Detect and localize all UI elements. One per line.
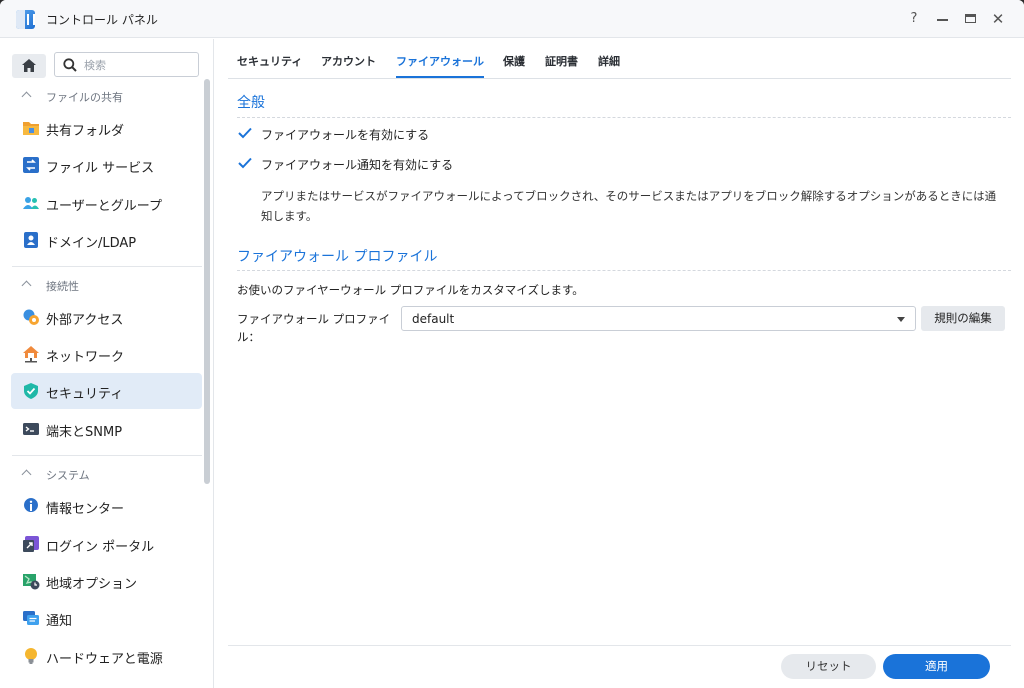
sidebar-scrollbar[interactable] [204, 79, 210, 484]
sidebar-item-users-groups[interactable]: ユーザーとグループ [11, 185, 202, 221]
window-title: コントロール パネル [46, 13, 158, 27]
sidebar-item-network[interactable]: ネットワーク [11, 336, 202, 372]
maximize-button[interactable] [959, 8, 981, 30]
users-icon [23, 197, 39, 209]
search-input[interactable] [84, 57, 192, 73]
sidebar-item-label: ハードウェアと電源 [46, 652, 163, 667]
login-portal-icon [23, 536, 39, 552]
section-divider [237, 117, 1011, 118]
sidebar-item-label: ユーザーとグループ [46, 199, 162, 214]
sidebar-item-label: 地域オプション [46, 577, 138, 592]
sidebar-item-label: 外部アクセス [46, 313, 124, 328]
sidebar-item-label: ログイン ポータル [46, 540, 155, 555]
home-button[interactable] [12, 54, 46, 78]
file-services-icon [23, 157, 39, 173]
folder-icon [23, 122, 39, 135]
tab-firewall[interactable]: ファイアウォール [396, 53, 484, 78]
info-icon [23, 498, 38, 512]
network-icon [23, 346, 39, 363]
checkmark-icon [238, 127, 252, 139]
dropdown-arrow-icon [897, 317, 905, 322]
selected-profile-value: default [412, 312, 455, 326]
sidebar-item-file-services[interactable]: ファイル サービス [11, 147, 202, 183]
sidebar-item-regional-options[interactable]: 地域オプション [11, 563, 202, 599]
profile-intro-text: お使いのファイヤーウォール プロファイルをカスタマイズします。 [237, 283, 584, 297]
shield-icon [24, 383, 38, 399]
tab-protection[interactable]: 保護 [503, 53, 525, 69]
group-label: 接続性 [46, 280, 79, 293]
sidebar-item-login-portal[interactable]: ログイン ポータル [11, 526, 202, 562]
profile-field-label: ファイアウォール プロファイル： [237, 312, 391, 344]
search-icon [63, 58, 77, 72]
notification-description: アプリまたはサービスがファイアウォールによってブロックされ、そのサービスまたはア… [261, 189, 997, 223]
home-icon [22, 59, 36, 72]
chevron-up-icon [21, 469, 32, 480]
sidebar-item-label: ネットワーク [46, 350, 125, 365]
enable-notification-checkbox[interactable] [237, 155, 253, 171]
sidebar-item-domain-ldap[interactable]: ドメイン/LDAP [11, 222, 202, 258]
sidebar-item-terminal-snmp[interactable]: 端末とSNMP [11, 411, 202, 447]
regional-options-icon [23, 574, 40, 590]
firewall-profile-select[interactable]: default [401, 306, 916, 331]
enable-notification-label[interactable]: ファイアウォール通知を有効にする [261, 156, 453, 173]
section-title-firewall-profile: ファイアウォール プロファイル [237, 249, 438, 265]
apply-button[interactable]: 適用 [883, 654, 990, 679]
light-bulb-icon [25, 648, 37, 664]
title-bar: コントロール パネル ? ✕ [0, 0, 1024, 38]
sidebar-item-label: ファイル サービス [46, 161, 155, 176]
notification-icon [23, 611, 39, 625]
section-title-general: 全般 [237, 95, 265, 111]
sidebar-item-external-access[interactable]: 外部アクセス [11, 299, 202, 335]
section-divider [237, 270, 1011, 271]
minimize-button[interactable] [931, 8, 953, 30]
sidebar-item-label: 端末とSNMP [46, 425, 123, 440]
chevron-up-icon [21, 280, 32, 291]
sidebar-item-label: 情報センター [46, 502, 125, 517]
domain-icon [24, 232, 38, 248]
enable-firewall-checkbox[interactable] [237, 125, 253, 141]
sidebar-item-shared-folder[interactable]: 共有フォルダ [11, 110, 202, 146]
sidebar-item-label: 通知 [46, 614, 73, 629]
sidebar-divider [12, 266, 202, 267]
enable-firewall-label[interactable]: ファイアウォールを有効にする [261, 126, 429, 143]
chevron-up-icon [21, 91, 32, 102]
close-button[interactable]: ✕ [987, 8, 1009, 30]
control-panel-app-icon [16, 10, 35, 29]
sidebar: ファイルの共有 共有フォルダ ファイル サービス ユーザーとグループ ドメイン/… [0, 39, 214, 688]
sidebar-item-label: セキュリティ [46, 387, 124, 402]
search-field[interactable] [54, 52, 199, 77]
main-panel: セキュリティ アカウント ファイアウォール 保護 証明書 詳細 全般 ファイアウ… [215, 39, 1024, 688]
terminal-icon [23, 423, 39, 435]
group-label: ファイルの共有 [46, 91, 123, 104]
group-label: システム [46, 469, 90, 482]
sidebar-item-hardware-power[interactable]: ハードウェアと電源 [11, 638, 202, 674]
sidebar-item-info-center[interactable]: 情報センター [11, 488, 202, 524]
sidebar-item-label: ドメイン/LDAP [46, 236, 137, 251]
checkmark-icon [238, 157, 252, 169]
control-panel-window: コントロール パネル ? ✕ ファイルの共有 共有フォルダ ファイル サービス [0, 0, 1024, 688]
tab-bar: セキュリティ アカウント ファイアウォール 保護 証明書 詳細 [228, 39, 1011, 79]
sidebar-item-notification[interactable]: 通知 [11, 600, 202, 636]
sidebar-divider [12, 455, 202, 456]
footer-divider [228, 645, 1011, 646]
tab-certificate[interactable]: 証明書 [545, 53, 578, 69]
sidebar-item-label: 共有フォルダ [46, 124, 125, 139]
tab-account[interactable]: アカウント [321, 53, 376, 69]
external-access-icon [23, 309, 39, 325]
help-button[interactable]: ? [903, 8, 925, 30]
tab-advanced[interactable]: 詳細 [598, 53, 620, 69]
sidebar-item-security[interactable]: セキュリティ [11, 373, 202, 409]
reset-button[interactable]: リセット [781, 654, 876, 679]
edit-rules-button[interactable]: 規則の編集 [921, 306, 1005, 331]
tab-security[interactable]: セキュリティ [237, 53, 302, 69]
